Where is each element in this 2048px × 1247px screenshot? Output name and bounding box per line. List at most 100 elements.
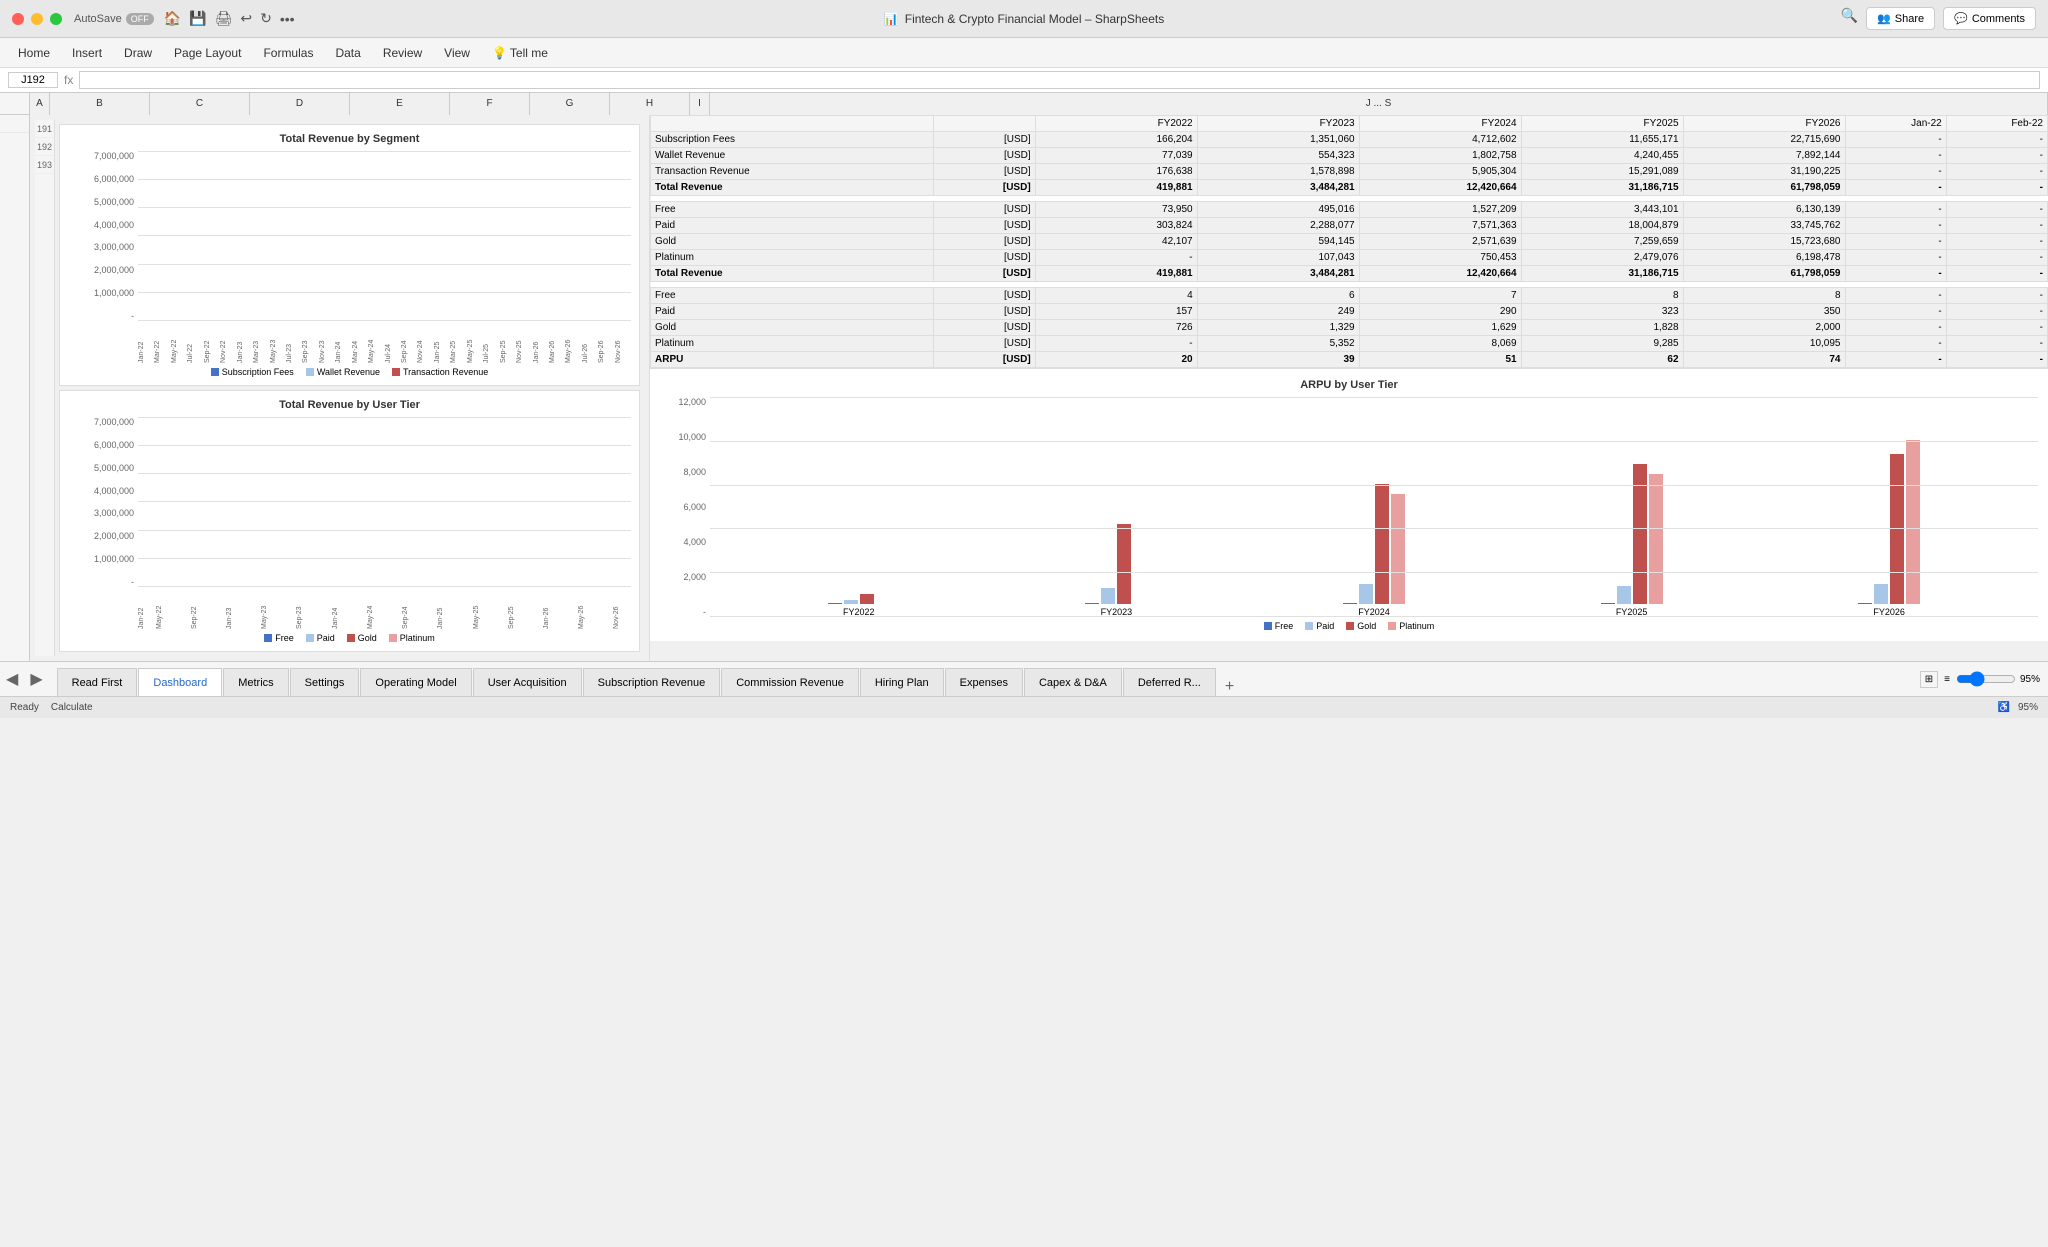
x-axis-labels-tier: Jan-22 May-22 Sep-22 Jan-23 May-23 Sep-2… (68, 589, 631, 629)
maximize-button[interactable] (50, 13, 62, 25)
comments-button[interactable]: 💬 Comments (1943, 7, 2036, 30)
left-charts-area: 191 192 193 Total Revenue by Segment 7,0… (30, 115, 650, 661)
row-subscription-fees-feb22: - (1946, 132, 2047, 148)
tab-capex[interactable]: Capex & D&A (1024, 668, 1122, 696)
spreadsheet-area: A B C D E F G H I J ... S 191 (0, 93, 2048, 661)
col-h[interactable]: H (610, 93, 690, 115)
arpu-label-2022: FY2022 (843, 607, 875, 617)
tab-metrics[interactable]: Metrics (223, 668, 288, 696)
more-icon[interactable]: ••• (280, 11, 295, 27)
col-e[interactable]: E (350, 93, 450, 115)
zoom-level: 95% (2020, 674, 2040, 685)
arpu-bar-gold-2023 (1117, 524, 1131, 604)
prev-sheet-button[interactable]: ◀ (0, 669, 24, 689)
left-row-nums: 191 192 193 (35, 120, 55, 656)
row-191: 191 (35, 120, 54, 138)
cell-reference[interactable] (8, 72, 58, 88)
bars-segment (138, 151, 631, 321)
col-f[interactable]: F (450, 93, 530, 115)
legend-dot-gold (347, 634, 355, 642)
function-icon: fx (64, 73, 73, 87)
sheet-main: 191 192 193 Total Revenue by Segment 7,0… (30, 115, 2048, 661)
autosave-control[interactable]: AutoSave OFF (74, 13, 154, 25)
zoom-slider[interactable] (1956, 671, 2016, 687)
row-subscription-fees-jan22: - (1845, 132, 1946, 148)
tab-dashboard[interactable]: Dashboard (138, 668, 222, 696)
menu-tellme[interactable]: 💡 Tell me (482, 42, 558, 64)
legend-dot-paid (306, 634, 314, 642)
tab-deferred[interactable]: Deferred R... (1123, 668, 1216, 696)
legend-dot-arpu-paid (1305, 622, 1313, 630)
menu-review[interactable]: Review (373, 42, 432, 64)
menu-draw[interactable]: Draw (114, 42, 162, 64)
legend-platinum: Platinum (389, 633, 435, 643)
menu-view[interactable]: View (434, 42, 480, 64)
arpu-bar-paid-2022 (844, 600, 858, 604)
arpu-bar-paid-2024 (1359, 584, 1373, 604)
view-controls: ⊞ ≡ 95% (1920, 671, 2048, 688)
table-total-row: Total Revenue [USD] 419,881 3,484,281 12… (651, 266, 2048, 282)
minimize-button[interactable] (31, 13, 43, 25)
arpu-chart-title: ARPU by User Tier (660, 379, 2038, 391)
bar-chart-area (138, 151, 631, 321)
col-d[interactable]: D (250, 93, 350, 115)
add-sheet-button[interactable]: + (1217, 678, 1242, 696)
status-calculate[interactable]: Calculate (51, 702, 93, 713)
chart-y-axis: 7,000,000 6,000,000 5,000,000 4,000,000 … (68, 151, 138, 321)
print-icon[interactable]: 🖨 (215, 10, 233, 27)
arpu-bar-gold-2025 (1633, 464, 1647, 604)
row-subscription-fees-fy2022: 166,204 (1035, 132, 1197, 148)
arpu-label-2024: FY2024 (1358, 607, 1390, 617)
col-g[interactable]: G (530, 93, 610, 115)
tab-read-first[interactable]: Read First (57, 668, 138, 696)
row-subscription-fees-fy2023: 1,351,060 (1197, 132, 1359, 148)
legend-dot-platinum (389, 634, 397, 642)
redo-icon[interactable]: ↻ (260, 10, 272, 27)
col-i[interactable]: I (690, 93, 710, 115)
row-subscription-fees-fy2024: 4,712,602 (1359, 132, 1521, 148)
row-subscription-fees-fy2026: 22,715,690 (1683, 132, 1845, 148)
search-icon[interactable]: 🔍 (1841, 7, 1858, 30)
close-button[interactable] (12, 13, 24, 25)
col-a[interactable]: A (30, 93, 50, 115)
menu-insert[interactable]: Insert (62, 42, 112, 64)
table-row: Free [USD] 4 6 7 8 8 - - (651, 288, 2048, 304)
tab-operating-model[interactable]: Operating Model (360, 668, 471, 696)
menu-home[interactable]: Home (8, 42, 60, 64)
autosave-label: AutoSave (74, 13, 122, 25)
tab-hiring-plan[interactable]: Hiring Plan (860, 668, 944, 696)
undo-icon[interactable]: ↩ (240, 10, 252, 27)
arpu-fy2024-group: FY2024 (1343, 404, 1405, 617)
table-row: Gold [USD] 726 1,329 1,629 1,828 2,000 -… (651, 320, 2048, 336)
formula-input[interactable] (79, 71, 2040, 89)
col-j-onwards[interactable]: J ... S (710, 93, 2048, 115)
legend-arpu-gold: Gold (1346, 621, 1376, 631)
table-row: Platinum [USD] - 5,352 8,069 9,285 10,09… (651, 336, 2048, 352)
data-tables-area: FY2022 FY2023 FY2024 FY2025 FY2026 Jan-2… (650, 115, 2048, 369)
home-icon[interactable]: 🏠 (164, 10, 181, 27)
save-icon[interactable]: 💾 (189, 10, 206, 27)
arpu-bar-free-2024 (1343, 603, 1357, 604)
tab-subscription-revenue[interactable]: Subscription Revenue (583, 668, 721, 696)
tab-expenses[interactable]: Expenses (945, 668, 1023, 696)
tab-user-acquisition[interactable]: User Acquisition (473, 668, 582, 696)
autosave-toggle[interactable]: OFF (126, 13, 154, 25)
menu-pagelayout[interactable]: Page Layout (164, 42, 251, 64)
normal-view-button[interactable]: ≡ (1942, 672, 1952, 687)
legend-dot-transaction (392, 368, 400, 376)
arpu-fy2022-group: FY2022 (828, 404, 890, 617)
arpu-bar-platinum-2026 (1906, 440, 1920, 604)
row-subscription-fees-fy2025: 11,655,171 (1521, 132, 1683, 148)
grid-view-button[interactable]: ⊞ (1920, 671, 1938, 688)
next-sheet-button[interactable]: ▶ (24, 669, 48, 689)
col-c[interactable]: C (150, 93, 250, 115)
menu-formulas[interactable]: Formulas (253, 42, 323, 64)
menu-data[interactable]: Data (325, 42, 370, 64)
table-total-row: ARPU [USD] 20 39 51 62 74 - - (651, 352, 2048, 368)
col-header-jan22: Jan-22 (1845, 116, 1946, 132)
row-subscription-fees-label: Subscription Fees (651, 132, 934, 148)
col-b[interactable]: B (50, 93, 150, 115)
share-button[interactable]: 👥 Share (1866, 7, 1935, 30)
tab-settings[interactable]: Settings (290, 668, 360, 696)
tab-commission-revenue[interactable]: Commission Revenue (721, 668, 859, 696)
